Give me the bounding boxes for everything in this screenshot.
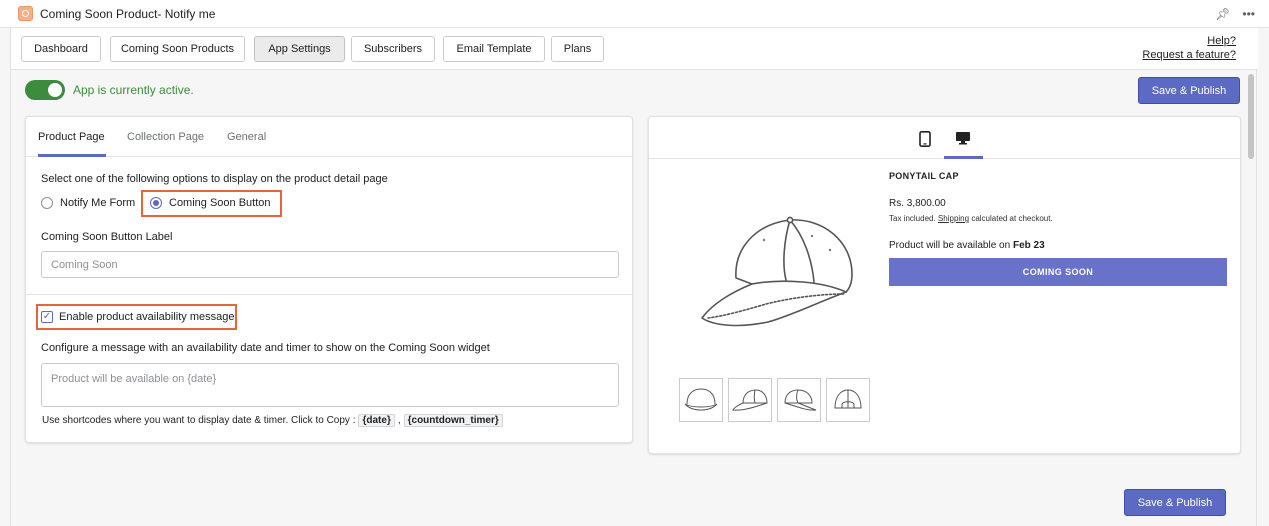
active-tab-indicator: [38, 154, 106, 157]
shortcode-date[interactable]: {date}: [358, 414, 395, 427]
tab-general[interactable]: General: [227, 131, 266, 143]
enable-availability-checkbox[interactable]: ✓: [41, 311, 53, 323]
active-device-indicator: [944, 156, 983, 159]
tab-collection-page[interactable]: Collection Page: [127, 131, 204, 143]
nav-email-template-button[interactable]: Email Template: [443, 36, 545, 62]
thumbnail-cap-three-quarter[interactable]: [777, 378, 821, 422]
app-active-toggle[interactable]: [25, 80, 65, 100]
window-title: Coming Soon Product- Notify me: [40, 6, 216, 21]
button-label-title: Coming Soon Button Label: [41, 231, 173, 243]
radio-notify-me-form-label: Notify Me Form: [60, 197, 136, 209]
radio-coming-soon-button-label: Coming Soon Button: [169, 197, 271, 209]
window-titlebar: Coming Soon Product- Notify me 📌︎ •••: [0, 0, 1269, 28]
shortcode-hint-text: Use shortcodes where you want to display…: [42, 415, 356, 426]
radio-notify-me-form-circle[interactable]: [41, 197, 53, 209]
radio-coming-soon-button[interactable]: Coming Soon Button: [150, 197, 271, 209]
tab-product-page[interactable]: Product Page: [38, 131, 105, 143]
nav-subscribers-button[interactable]: Subscribers: [351, 36, 435, 62]
product-price: Rs. 3,800.00: [889, 198, 946, 209]
desktop-icon[interactable]: [955, 131, 971, 148]
help-link[interactable]: Help?: [1142, 34, 1236, 48]
shortcode-hint: Use shortcodes where you want to display…: [42, 414, 503, 427]
nav-plans-button[interactable]: Plans: [551, 36, 604, 62]
product-image: [694, 212, 860, 335]
preview-card: PONYTAIL CAP Rs. 3,800.00 Tax included. …: [648, 116, 1241, 454]
save-publish-button-top[interactable]: Save & Publish: [1138, 77, 1240, 104]
coming-soon-label-input[interactable]: Coming Soon: [41, 251, 619, 278]
thumbnail-cap-side[interactable]: [728, 378, 772, 422]
pin-icon[interactable]: 📌︎: [1215, 7, 1230, 21]
configure-message-text: Configure a message with an availability…: [41, 342, 490, 354]
thumbnail-cap-front[interactable]: [679, 378, 723, 422]
nav-coming-soon-products-button[interactable]: Coming Soon Products: [110, 36, 245, 62]
availability-message-textarea[interactable]: Product will be available on {date}: [41, 363, 619, 407]
radio-notify-me-form[interactable]: Notify Me Form: [41, 197, 135, 209]
request-feature-link[interactable]: Request a feature?: [1142, 48, 1236, 62]
tax-suffix: calculated at checkout.: [971, 214, 1053, 223]
tax-prefix: Tax included.: [889, 214, 936, 223]
preview-coming-soon-button[interactable]: COMING SOON: [889, 258, 1227, 286]
scrollbar-thumb[interactable]: [1248, 74, 1254, 159]
top-nav: Dashboard Coming Soon Products App Setti…: [11, 28, 1258, 70]
thumbnail-cap-back[interactable]: [826, 378, 870, 422]
shipping-link[interactable]: Shipping: [938, 214, 969, 223]
app-logo-icon: [18, 6, 33, 21]
enable-availability-checkbox-row[interactable]: ✓ Enable product availability message: [41, 311, 235, 323]
app-status: App is currently active.: [25, 80, 194, 100]
shortcode-countdown-timer[interactable]: {countdown_timer}: [403, 414, 503, 427]
nav-dashboard-button[interactable]: Dashboard: [21, 36, 101, 62]
product-tax-note: Tax included. Shipping calculated at che…: [889, 214, 1053, 223]
device-tabs: [649, 117, 1240, 159]
section-divider: [26, 294, 632, 295]
settings-card: Product Page Collection Page General Sel…: [25, 116, 633, 443]
help-links: Help? Request a feature?: [1142, 34, 1236, 62]
more-icon[interactable]: •••: [1242, 7, 1255, 21]
enable-availability-label: Enable product availability message: [59, 311, 235, 323]
settings-tabs: Product Page Collection Page General: [26, 117, 632, 157]
availability-date: Feb 23: [1012, 240, 1045, 251]
nav-app-settings-button[interactable]: App Settings: [254, 36, 345, 62]
status-text: App is currently active.: [73, 83, 194, 97]
option-prompt: Select one of the following options to d…: [41, 173, 388, 185]
save-publish-button-bottom[interactable]: Save & Publish: [1124, 489, 1226, 516]
app-main: Dashboard Coming Soon Products App Setti…: [10, 28, 1258, 526]
radio-coming-soon-button-circle[interactable]: [150, 197, 162, 209]
availability-message: Product will be available on Feb 23: [889, 240, 1045, 251]
shortcode-separator: ,: [397, 415, 401, 426]
product-title: PONYTAIL CAP: [889, 171, 959, 181]
mobile-icon[interactable]: [919, 131, 931, 150]
availability-prefix: Product will be available on: [889, 240, 1011, 251]
